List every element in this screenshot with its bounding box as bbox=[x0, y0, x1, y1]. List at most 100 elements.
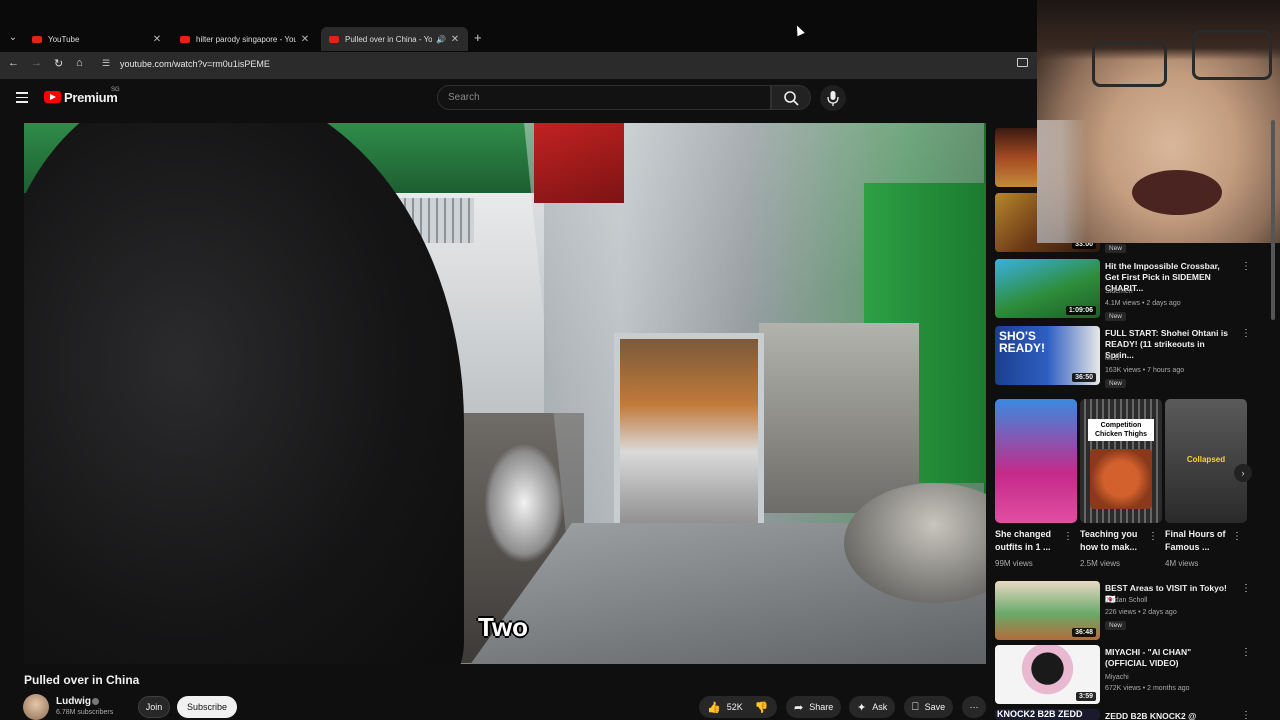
related-video-3[interactable]: 36:48 BEST Areas to VISIT in Tokyo! 🇯🇵 J… bbox=[995, 581, 1251, 647]
glasses-right-lens bbox=[1192, 30, 1272, 80]
related-video-1[interactable]: 1:09:06 Hit the Impossible Crossbar, Get… bbox=[995, 259, 1251, 325]
more-options-icon[interactable]: ⋮ bbox=[1241, 583, 1251, 594]
more-icon: ⋯ bbox=[969, 701, 979, 712]
site-info-icon[interactable]: ☰ bbox=[102, 58, 110, 69]
video-thumbnail: 3:59 bbox=[995, 645, 1100, 704]
youtube-favicon-icon bbox=[32, 35, 42, 43]
video-thumbnail: 1:09:06 bbox=[995, 259, 1100, 318]
thumbnail-text: SHO'S READY! bbox=[999, 329, 1046, 355]
short-thumbnail-1[interactable]: Competition Chicken Thighs bbox=[1080, 399, 1162, 523]
dislike-icon[interactable]: 👎 bbox=[755, 701, 769, 714]
cast-icon[interactable] bbox=[1017, 58, 1028, 67]
channel-avatar[interactable] bbox=[23, 694, 49, 720]
subscriber-count: 6.78M subscribers bbox=[56, 709, 114, 716]
short-thumbnail-0[interactable] bbox=[995, 399, 1077, 523]
share-button[interactable]: ➦ Share bbox=[786, 696, 842, 718]
new-tab-icon[interactable]: + bbox=[474, 30, 482, 45]
new-badge: New bbox=[1105, 621, 1127, 630]
short-title[interactable]: Teaching you how to mak... bbox=[1080, 528, 1146, 554]
video-meta: 163K views • 7 hours ago bbox=[1105, 367, 1185, 374]
video-scene-display-case bbox=[614, 333, 764, 533]
more-options-icon[interactable]: ⋮ bbox=[1241, 261, 1251, 272]
like-count[interactable]: 52K bbox=[727, 702, 743, 712]
channel-name: MLB bbox=[1105, 355, 1120, 362]
menu-icon[interactable] bbox=[16, 92, 28, 106]
share-label: Share bbox=[809, 702, 834, 712]
more-options-icon[interactable]: ⋮ bbox=[1232, 531, 1242, 542]
close-tab-icon[interactable]: ✕ bbox=[300, 34, 310, 45]
more-options-icon[interactable]: ⋮ bbox=[1063, 531, 1073, 542]
microphone-icon bbox=[827, 91, 839, 106]
speaker-icon[interactable]: 🔊 bbox=[436, 35, 446, 44]
video-title: ZEDD B2B KNOCK2 @ bbox=[1105, 711, 1197, 720]
voice-search-button[interactable] bbox=[820, 85, 846, 111]
search-icon bbox=[784, 91, 799, 106]
video-title: FULL START: Shohei Ohtani is READY! (11 … bbox=[1105, 328, 1228, 360]
like-icon[interactable]: 👍 bbox=[707, 701, 721, 714]
subscribe-button[interactable]: Subscribe bbox=[177, 696, 237, 718]
search-button[interactable] bbox=[771, 85, 811, 110]
short-views: 4M views bbox=[1165, 559, 1199, 568]
glasses-left-lens bbox=[1092, 42, 1167, 87]
save-button[interactable]: ⎕ Save bbox=[904, 696, 954, 718]
thumbnail-food bbox=[1090, 449, 1152, 509]
forward-icon[interactable]: → bbox=[31, 57, 42, 69]
more-options-icon[interactable]: ⋮ bbox=[1241, 710, 1251, 720]
video-duration: 36:50 bbox=[1072, 373, 1096, 382]
back-icon[interactable]: ← bbox=[8, 57, 19, 69]
tab-search-dropdown-icon[interactable]: ⌄ bbox=[6, 30, 20, 46]
channel-name: Jordan Scholl bbox=[1105, 597, 1148, 604]
video-duration: 3:59 bbox=[1075, 692, 1096, 701]
video-thumbnail: SHO'S READY! 36:50 bbox=[995, 326, 1100, 385]
video-title: MIYACHI - "AI CHAN" (OFFICIAL VIDEO) bbox=[1105, 647, 1192, 668]
webcam-mouth bbox=[1132, 170, 1222, 215]
browser-tab-youtube[interactable]: YouTube ✕ bbox=[24, 27, 170, 51]
ask-button[interactable]: ✦ Ask bbox=[849, 696, 896, 718]
thumbnail-text: Competition Chicken Thighs bbox=[1088, 419, 1154, 441]
video-duration: 1:09:06 bbox=[1065, 306, 1096, 315]
short-thumbnail-2[interactable]: Collapsed bbox=[1165, 399, 1247, 523]
scrollbar-thumb[interactable] bbox=[1271, 120, 1275, 320]
video-player[interactable] bbox=[24, 123, 986, 664]
logo-text[interactable]: Premium bbox=[64, 90, 118, 105]
tab-title: YouTube bbox=[48, 34, 80, 44]
like-dislike-group: 👍 52K 👎 bbox=[699, 696, 777, 718]
youtube-logo-icon[interactable] bbox=[44, 91, 61, 103]
home-icon[interactable]: ⌂ bbox=[76, 57, 83, 69]
reload-icon[interactable]: ↻ bbox=[54, 57, 63, 70]
browser-tab-hilter[interactable]: hilter parody singapore - YouTu ✕ bbox=[172, 27, 318, 51]
close-tab-icon[interactable]: ✕ bbox=[152, 34, 162, 45]
video-meta: 4.1M views • 2 days ago bbox=[1105, 300, 1181, 307]
related-video-2[interactable]: SHO'S READY! 36:50 FULL START: Shohei Oh… bbox=[995, 326, 1251, 392]
close-tab-icon[interactable]: ✕ bbox=[450, 34, 460, 45]
related-video-4[interactable]: 3:59 MIYACHI - "AI CHAN" (OFFICIAL VIDEO… bbox=[995, 645, 1251, 711]
page-scrollbar[interactable] bbox=[1271, 120, 1275, 720]
new-badge: New bbox=[1105, 379, 1127, 388]
related-video-5[interactable]: KNOCK2 B2B ZEDD ZEDD B2B KNOCK2 @ ⋮ bbox=[995, 709, 1251, 720]
video-thumbnail: 36:48 bbox=[995, 581, 1100, 640]
more-actions-button[interactable]: ⋯ bbox=[962, 696, 986, 718]
channel-name[interactable]: Ludwig bbox=[56, 696, 91, 707]
join-button[interactable]: Join bbox=[138, 696, 170, 718]
share-icon: ➦ bbox=[794, 701, 804, 714]
bookmark-icon: ⎕ bbox=[912, 700, 919, 713]
search-input[interactable]: Search bbox=[437, 85, 771, 110]
url-field[interactable]: youtube.com/watch?v=rm0u1isPEME bbox=[120, 59, 270, 69]
short-title[interactable]: She changed outfits in 1 ... bbox=[995, 528, 1061, 554]
video-scene-person bbox=[24, 123, 464, 664]
sparkle-icon: ✦ bbox=[857, 701, 867, 714]
more-options-icon[interactable]: ⋮ bbox=[1241, 328, 1251, 339]
short-views: 99M views bbox=[995, 559, 1033, 568]
short-title[interactable]: Final Hours of Famous ... bbox=[1165, 528, 1231, 554]
browser-tab-pulled-over[interactable]: Pulled over in China - YouTu 🔊 ✕ bbox=[321, 27, 468, 51]
thumbnail-text: Collapsed bbox=[1186, 455, 1226, 464]
channel-name: Sidemen bbox=[1105, 288, 1133, 295]
chevron-right-icon[interactable]: › bbox=[1234, 464, 1252, 482]
more-options-icon[interactable]: ⋮ bbox=[1241, 647, 1251, 658]
more-options-icon[interactable]: ⋮ bbox=[1148, 531, 1158, 542]
video-meta: 226 views • 2 days ago bbox=[1105, 609, 1177, 616]
thumbnail-text: KNOCK2 B2B ZEDD bbox=[997, 709, 1083, 719]
video-duration: 36:48 bbox=[1072, 628, 1096, 637]
screen: ⌄ YouTube ✕ hilter parody singapore - Yo… bbox=[0, 0, 1280, 720]
new-badge: New bbox=[1105, 244, 1127, 253]
